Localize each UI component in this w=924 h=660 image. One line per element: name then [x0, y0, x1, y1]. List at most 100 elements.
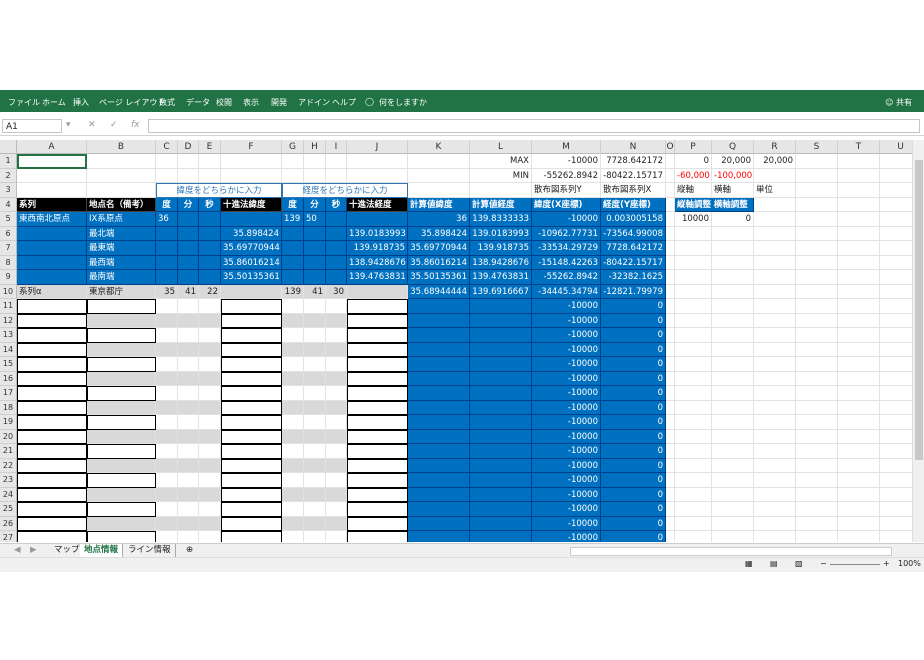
- grid-cell[interactable]: [880, 488, 912, 502]
- y-coordinate-cell[interactable]: 0: [601, 299, 666, 314]
- grid-cell[interactable]: [796, 444, 838, 459]
- grid-cell[interactable]: [470, 415, 532, 430]
- grid-cell[interactable]: [754, 255, 796, 270]
- y-coordinate-cell[interactable]: 0: [601, 531, 666, 542]
- grid-cell[interactable]: [304, 502, 326, 517]
- grid-cell[interactable]: [470, 516, 532, 531]
- data-cell[interactable]: [178, 212, 199, 227]
- grid-cell[interactable]: [347, 299, 408, 314]
- grid-cell[interactable]: [838, 313, 880, 328]
- grid-cell[interactable]: [326, 168, 347, 183]
- grid-cell[interactable]: [838, 197, 880, 212]
- grid-cell[interactable]: [304, 168, 326, 183]
- grid-cell[interactable]: [178, 458, 199, 473]
- grid-cell[interactable]: [156, 487, 178, 502]
- row-header[interactable]: 4: [0, 197, 17, 212]
- data-cell[interactable]: 35.50135361: [408, 270, 470, 285]
- grid-cell[interactable]: [87, 342, 156, 357]
- x-coordinate-cell[interactable]: -10000: [532, 357, 601, 372]
- grid-cell[interactable]: [304, 415, 326, 430]
- grid-cell[interactable]: [178, 371, 199, 386]
- grid-cell[interactable]: [282, 371, 304, 386]
- column-header[interactable]: E: [199, 140, 221, 154]
- settings-cell[interactable]: 20,000: [712, 154, 754, 169]
- grid-cell[interactable]: [221, 328, 282, 343]
- data-cell[interactable]: [156, 255, 178, 270]
- grid-cell[interactable]: [675, 357, 712, 372]
- grid-cell[interactable]: [304, 473, 326, 488]
- grid-cell[interactable]: [87, 154, 156, 169]
- grid-cell[interactable]: [326, 458, 347, 473]
- grid-cell[interactable]: [347, 531, 408, 542]
- grid-cell[interactable]: [304, 386, 326, 401]
- grid-cell[interactable]: [408, 458, 470, 473]
- grid-cell[interactable]: [675, 531, 712, 542]
- grid-cell[interactable]: [178, 168, 199, 183]
- data-cell[interactable]: [347, 212, 408, 227]
- data-cell[interactable]: [199, 255, 221, 270]
- grid-cell[interactable]: [156, 502, 178, 517]
- grid-cell[interactable]: [796, 415, 838, 430]
- function-icon[interactable]: fx: [131, 120, 140, 130]
- tab-insert[interactable]: 挿入: [73, 97, 89, 108]
- data-cell[interactable]: [282, 270, 304, 285]
- grid-cell[interactable]: [17, 183, 87, 198]
- grid-cell[interactable]: [470, 371, 532, 386]
- data-cell[interactable]: [326, 255, 347, 270]
- share-button[interactable]: ☺ 共有: [885, 97, 912, 108]
- grid-cell[interactable]: [666, 299, 675, 314]
- grid-cell[interactable]: [666, 226, 675, 241]
- grid-cell[interactable]: [666, 415, 675, 430]
- row-header[interactable]: 20: [0, 429, 17, 444]
- grid-cell[interactable]: [304, 458, 326, 473]
- grid-cell[interactable]: [880, 531, 912, 542]
- grid-cell[interactable]: [347, 154, 408, 169]
- data-cell[interactable]: 7728.642172: [601, 241, 666, 256]
- grid-cell[interactable]: [666, 458, 675, 473]
- sheet-tab-lines[interactable]: ライン情報: [124, 544, 176, 557]
- column-header[interactable]: M: [532, 140, 601, 154]
- data-cell[interactable]: 139.8333333: [470, 212, 532, 227]
- grid-cell[interactable]: [178, 473, 199, 488]
- grid-cell[interactable]: [754, 400, 796, 415]
- grid-cell[interactable]: [754, 342, 796, 357]
- grid-cell[interactable]: [880, 299, 912, 314]
- grid-cell[interactable]: [408, 342, 470, 357]
- grid-cell[interactable]: [282, 299, 304, 314]
- row-header[interactable]: 2: [0, 168, 17, 183]
- grid-cell[interactable]: [675, 299, 712, 314]
- horizontal-scrollbar[interactable]: [570, 547, 892, 556]
- grid-cell[interactable]: [156, 386, 178, 401]
- grid-cell[interactable]: [470, 386, 532, 401]
- grid-cell[interactable]: [880, 502, 912, 517]
- y-coordinate-cell[interactable]: 0: [601, 342, 666, 357]
- grid-cell[interactable]: [666, 328, 675, 343]
- grid-cell[interactable]: [712, 458, 754, 473]
- maxmin-cell[interactable]: -55262.8942: [532, 168, 601, 183]
- data-cell[interactable]: 30: [326, 284, 347, 299]
- grid-cell[interactable]: [666, 444, 675, 459]
- grid-cell[interactable]: [880, 415, 912, 430]
- grid-cell[interactable]: [199, 400, 221, 415]
- grid-cell[interactable]: [796, 429, 838, 444]
- column-header[interactable]: Q: [712, 140, 754, 154]
- grid-cell[interactable]: [838, 270, 880, 285]
- grid-cell[interactable]: [199, 531, 221, 542]
- data-cell[interactable]: [282, 255, 304, 270]
- grid-cell[interactable]: [199, 299, 221, 314]
- data-cell[interactable]: [282, 241, 304, 256]
- grid-cell[interactable]: [304, 429, 326, 444]
- data-cell[interactable]: 35.898424: [408, 226, 470, 241]
- data-cell[interactable]: 139.918735: [347, 241, 408, 256]
- data-cell[interactable]: [304, 270, 326, 285]
- grid-cell[interactable]: [304, 371, 326, 386]
- grid-cell[interactable]: [666, 473, 675, 488]
- grid-cell[interactable]: [754, 386, 796, 401]
- data-cell[interactable]: 35.86016214: [408, 255, 470, 270]
- worksheet-grid[interactable]: A B C D E F G H I J K L M N O P Q R S T U 1 2 3 4 5 6 7 8 9 10 11 12 13 14…: [0, 140, 912, 542]
- data-cell[interactable]: [199, 212, 221, 227]
- grid-cell[interactable]: [304, 357, 326, 372]
- y-coordinate-cell[interactable]: 0: [601, 473, 666, 488]
- grid-cell[interactable]: [221, 386, 282, 401]
- data-cell[interactable]: [178, 226, 199, 241]
